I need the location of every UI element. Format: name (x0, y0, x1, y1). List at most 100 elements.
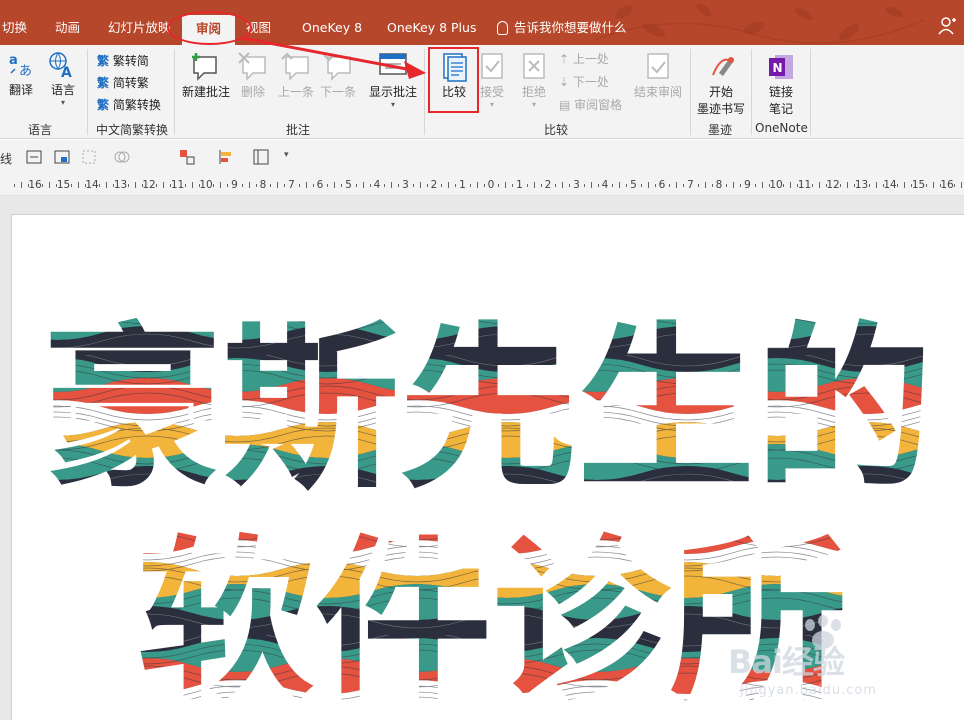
ruler-tick (704, 182, 706, 188)
ruler-tick (498, 184, 500, 187)
prev-comment-label: 上一条 (277, 85, 314, 99)
language-label: 语言 (50, 83, 75, 97)
ruler-tick (790, 182, 792, 188)
ruler-tick (355, 184, 357, 187)
delete-comment-label: 删除 (240, 85, 265, 99)
ruler-tick (711, 184, 713, 187)
show-comments-dropdown-icon: ▾ (390, 100, 395, 109)
selection-pane-icon[interactable] (252, 148, 270, 166)
linked-notes-button[interactable]: N 链接 笔记 (756, 51, 806, 117)
reviewing-pane-button[interactable]: ▤ 审阅窗格 (559, 95, 622, 115)
ruler-tick (241, 184, 243, 187)
ruler-tick (113, 184, 115, 187)
window-title-fragment (298, 0, 368, 4)
ruler-tick (391, 182, 393, 188)
tab-review[interactable]: 审阅 (182, 15, 236, 45)
customize-toolbar-icon[interactable]: ▾ (284, 150, 289, 160)
ruler-tick (783, 184, 785, 187)
compare-group-label: 比较 (544, 123, 569, 137)
end-review-icon (647, 53, 669, 79)
ruler-tick (483, 184, 485, 187)
ruler-tick (156, 184, 158, 187)
next-change-button[interactable]: ⇣ 下一处 (559, 72, 609, 92)
show-comments-button[interactable]: 显示批注 ▾ (366, 51, 420, 109)
prev-comment-icon (281, 52, 309, 81)
chinese-convert-button[interactable]: 繁 简繁转换 (97, 95, 161, 115)
language-button[interactable]: A 语言 ▾ (44, 51, 82, 107)
ruler-tick (569, 184, 571, 187)
ruler-tick (227, 184, 229, 187)
ruler-tick (818, 182, 820, 188)
comments-group-label: 批注 (286, 123, 311, 137)
ruler-tick (70, 184, 72, 187)
ruler-tick (220, 182, 222, 188)
end-review-label: 结束审阅 (633, 85, 682, 99)
ruler-tick (184, 184, 186, 187)
prev-change-button[interactable]: ⇡ 上一处 (559, 49, 609, 69)
reject-button[interactable]: 拒绝 ▾ (518, 51, 550, 109)
tab-slideshow[interactable]: 幻灯片放映 (108, 14, 171, 42)
drawing-toolbar: 线 ▾ (0, 140, 964, 176)
ink-group-label: 墨迹 (708, 123, 733, 137)
line-label: 线 (0, 152, 13, 166)
group-objects-icon[interactable] (178, 148, 196, 166)
share-user-icon[interactable] (938, 16, 956, 36)
ruler-tick (761, 182, 763, 188)
tab-onekey8-plus[interactable]: OneKey 8 Plus (387, 14, 476, 42)
accept-label: 接受 (479, 85, 504, 99)
trad-to-simp-button[interactable]: 繁 繁转简 (97, 51, 149, 71)
delete-comment-button[interactable]: 删除 (236, 51, 270, 100)
ruler-tick (911, 184, 913, 187)
tab-transitions[interactable]: 切换 (2, 14, 27, 42)
ruler-tick (284, 184, 286, 187)
compare-highlight-box (428, 47, 479, 113)
watermark-url: jingyan.baidu.com (740, 683, 877, 698)
ruler-tick (925, 184, 927, 187)
end-review-button[interactable]: 结束审阅 (632, 51, 684, 100)
align-icon[interactable] (217, 148, 235, 166)
review-ribbon: a あ 翻译 A 语言 ▾ 语言 繁 繁转简 繁 简转繁 繁 简繁转换 中文简繁… (0, 45, 964, 139)
ruler-tick (134, 182, 136, 188)
ruler-tick (476, 182, 478, 188)
lightbulb-icon (497, 20, 508, 35)
reviewing-pane-icon: ▤ (559, 98, 571, 112)
reject-dropdown-icon: ▾ (531, 100, 536, 109)
tab-animations[interactable]: 动画 (55, 14, 80, 42)
ruler-tick (398, 184, 400, 187)
translate-button[interactable]: a あ 翻译 (4, 51, 38, 98)
prev-comment-button[interactable]: 上一条 (276, 51, 316, 100)
textbox-icon[interactable] (25, 148, 43, 166)
tell-me-search[interactable]: 告诉我你想要做什么 (497, 14, 627, 42)
next-comment-button[interactable]: 下一条 (318, 51, 358, 100)
picture-frame-icon[interactable] (53, 148, 71, 166)
simp-to-trad-button[interactable]: 繁 简转繁 (97, 73, 149, 93)
ruler-tick (191, 182, 193, 188)
ruler-tick (77, 182, 79, 188)
onenote-icon: N (769, 55, 793, 79)
ruler-tick (56, 184, 58, 187)
language-icon: A (49, 52, 72, 81)
show-comments-label: 显示批注 (368, 85, 417, 99)
accept-dropdown-icon: ▾ (489, 100, 494, 109)
translate-label: 翻译 (8, 83, 33, 97)
tab-view[interactable]: 视图 (246, 14, 271, 42)
ruler-tick (676, 182, 678, 188)
linked-notes-label-1: 链接 (768, 85, 793, 99)
select-pane-icon[interactable] (80, 148, 98, 166)
start-inking-button[interactable]: 开始 墨迹书写 (694, 51, 748, 117)
slide-title-line-1[interactable]: 豪斯先生的 (43, 307, 933, 512)
accept-icon (481, 53, 503, 79)
ruler-tick (127, 184, 129, 187)
ruler-tick (362, 182, 364, 188)
next-change-icon: ⇣ (559, 75, 570, 89)
tab-onekey8[interactable]: OneKey 8 (302, 14, 362, 42)
language-group-label: 语言 (28, 123, 53, 137)
svg-text:N: N (773, 61, 783, 75)
accept-button[interactable]: 接受 ▾ (478, 51, 506, 109)
new-comment-button[interactable]: 新建批注 (180, 51, 232, 100)
ruler-tick (555, 184, 557, 187)
ruler-tick (441, 184, 443, 187)
ruler-tick (697, 184, 699, 187)
ruler-tick (647, 182, 649, 188)
shape-merge-icon[interactable] (113, 148, 131, 166)
